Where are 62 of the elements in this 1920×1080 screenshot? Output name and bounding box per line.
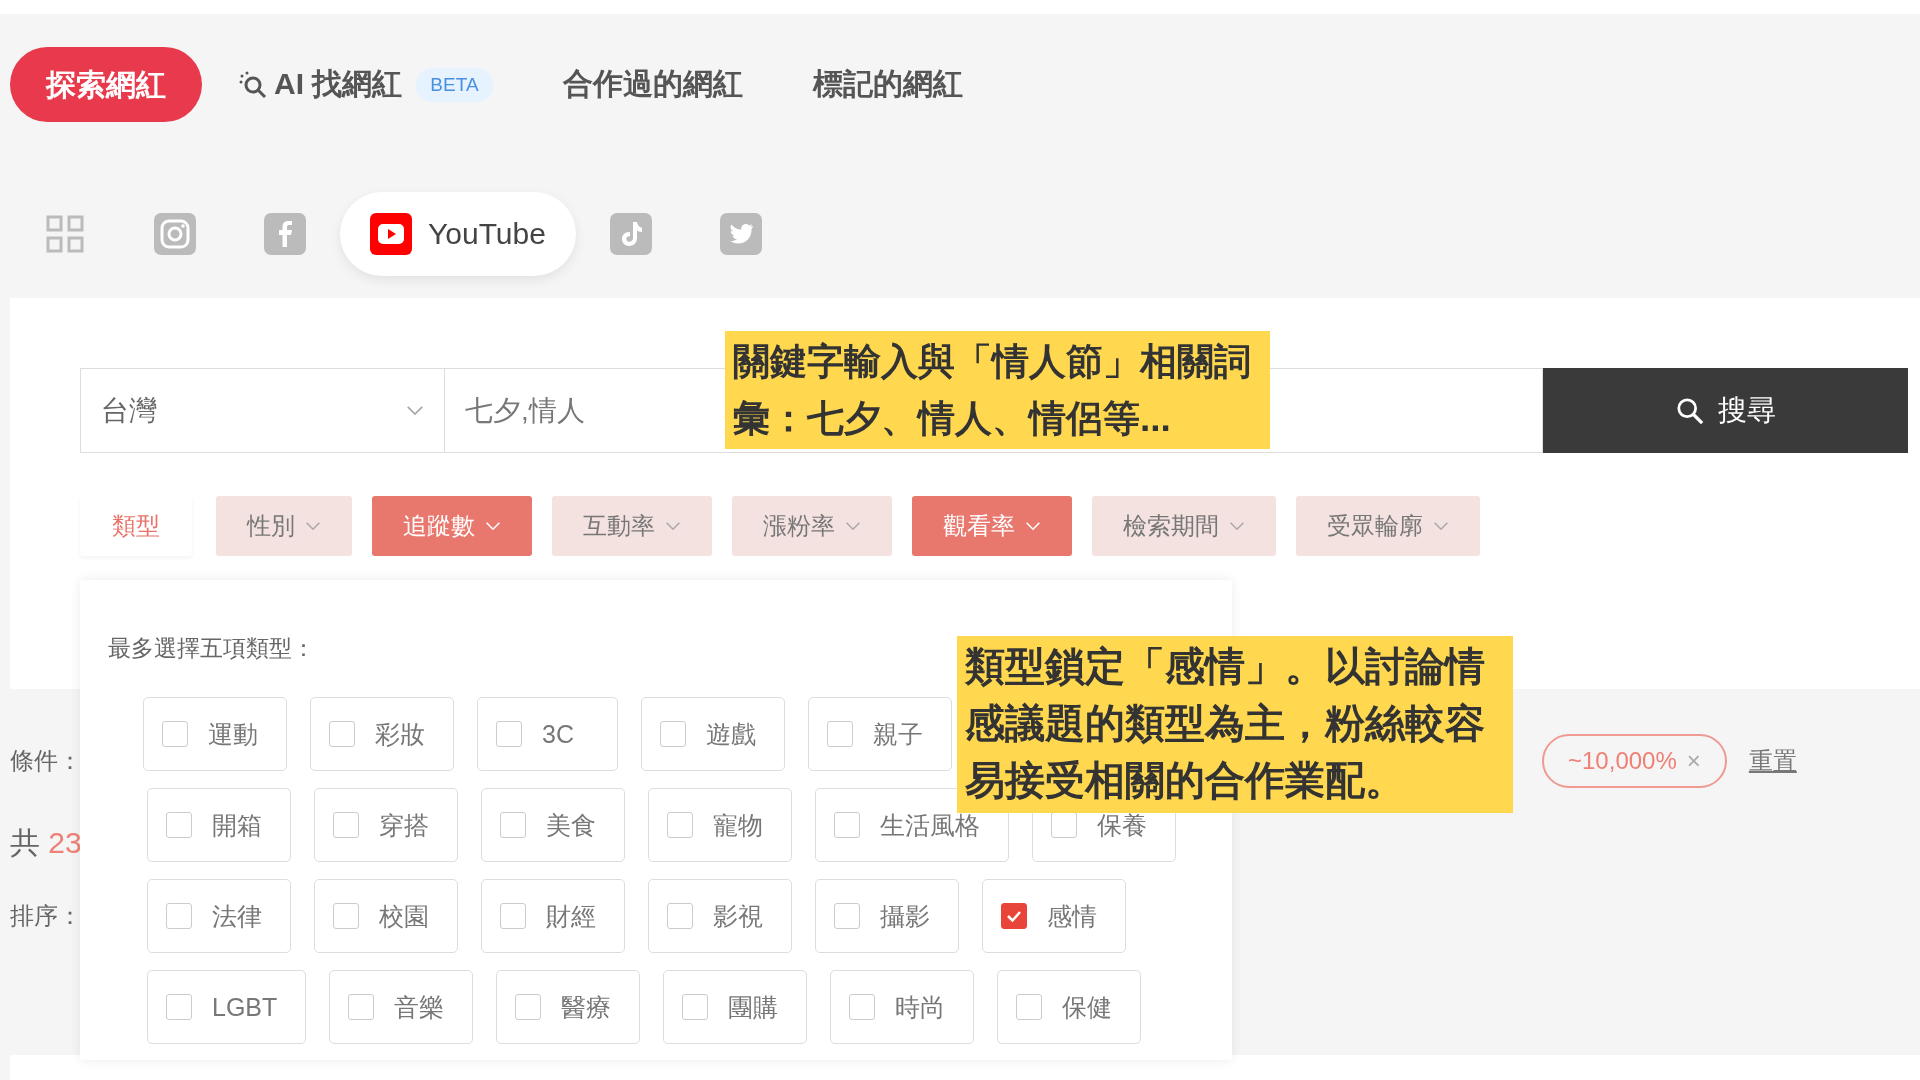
- category-option[interactable]: 遊戲: [641, 697, 785, 771]
- chevron-icon: [1025, 521, 1041, 531]
- filter-chip[interactable]: 檢索期間: [1092, 496, 1276, 556]
- filter-chip[interactable]: 互動率: [552, 496, 712, 556]
- reset-link[interactable]: 重置: [1748, 745, 1797, 777]
- category-option[interactable]: 3C: [477, 697, 618, 771]
- category-option[interactable]: 開箱: [147, 788, 291, 862]
- chevron-icon: [1433, 521, 1449, 531]
- category-option[interactable]: 醫療: [496, 970, 641, 1044]
- condition-tag: ~10,000% ×: [1542, 734, 1727, 788]
- category-option[interactable]: 運動: [143, 697, 287, 771]
- filter-chip[interactable]: 受眾輪廓: [1296, 496, 1480, 556]
- chevron-icon: [305, 521, 321, 531]
- category-option[interactable]: 財經: [481, 879, 625, 953]
- category-option[interactable]: 親子: [808, 697, 952, 771]
- category-option[interactable]: 音樂: [329, 970, 474, 1044]
- nav-tab[interactable]: 合作過的網紅: [562, 64, 743, 105]
- play-icon[interactable]: [370, 213, 412, 255]
- category-option[interactable]: 穿搭: [314, 788, 458, 862]
- filter-chip[interactable]: 觀看率: [912, 496, 1072, 556]
- sort-label: 排序：: [10, 901, 82, 931]
- grid-icon[interactable]: [44, 213, 86, 255]
- search-button[interactable]: 搜尋: [1543, 368, 1908, 453]
- annotation-tooltip: 類型鎖定「感情」。以討論情感議題的類型為主，粉絲較容易接受相關的合作業配。: [957, 636, 1513, 813]
- nav-tab[interactable]: AI 找網紅: [274, 64, 403, 105]
- chevron-icon: [665, 521, 681, 531]
- chevron-icon: [406, 405, 424, 416]
- chevron-icon: [485, 521, 501, 531]
- platform-tab[interactable]: YouTube: [340, 192, 576, 276]
- category-option[interactable]: 影視: [648, 879, 792, 953]
- category-option[interactable]: 寵物: [648, 788, 792, 862]
- nav-tab[interactable]: 探索網紅: [10, 47, 202, 122]
- conditions-label: 條件：: [10, 746, 82, 776]
- nav-tab[interactable]: 標記的網紅: [812, 64, 963, 105]
- platform-label: YouTube: [428, 217, 546, 251]
- category-option[interactable]: 美食: [481, 788, 625, 862]
- category-option[interactable]: 團購: [663, 970, 808, 1044]
- music-note-icon[interactable]: [609, 213, 652, 255]
- panel-title: 最多選擇五項類型：: [108, 634, 315, 663]
- category-option[interactable]: 校園: [314, 879, 458, 953]
- camera-icon[interactable]: [154, 213, 196, 255]
- search-icon: [1675, 396, 1704, 425]
- filter-chip[interactable]: 漲粉率: [732, 496, 892, 556]
- category-option[interactable]: 法律: [147, 879, 291, 953]
- sparkle-search-icon: [238, 69, 268, 100]
- region-select[interactable]: 台灣: [80, 368, 445, 453]
- filter-chip[interactable]: 類型: [80, 496, 192, 556]
- filter-chip[interactable]: 性別: [216, 496, 352, 556]
- bird-icon[interactable]: [719, 213, 762, 255]
- f-letter-icon[interactable]: [264, 213, 306, 255]
- result-count: 共 23: [10, 825, 82, 861]
- beta-badge: BETA: [416, 67, 493, 102]
- chevron-icon: [1229, 521, 1245, 531]
- category-option[interactable]: 保健: [997, 970, 1142, 1044]
- category-option[interactable]: 彩妝: [310, 697, 454, 771]
- filter-chip[interactable]: 追蹤數: [372, 496, 532, 556]
- chevron-icon: [845, 521, 861, 531]
- annotation-tooltip: 關鍵字輸入與「情人節」相關詞彙：七夕、情人、情侶等...: [725, 331, 1270, 449]
- category-option[interactable]: 時尚: [830, 970, 975, 1044]
- category-option[interactable]: 攝影: [815, 879, 959, 953]
- category-option[interactable]: LGBT: [147, 970, 307, 1044]
- category-option[interactable]: 感情: [982, 879, 1126, 953]
